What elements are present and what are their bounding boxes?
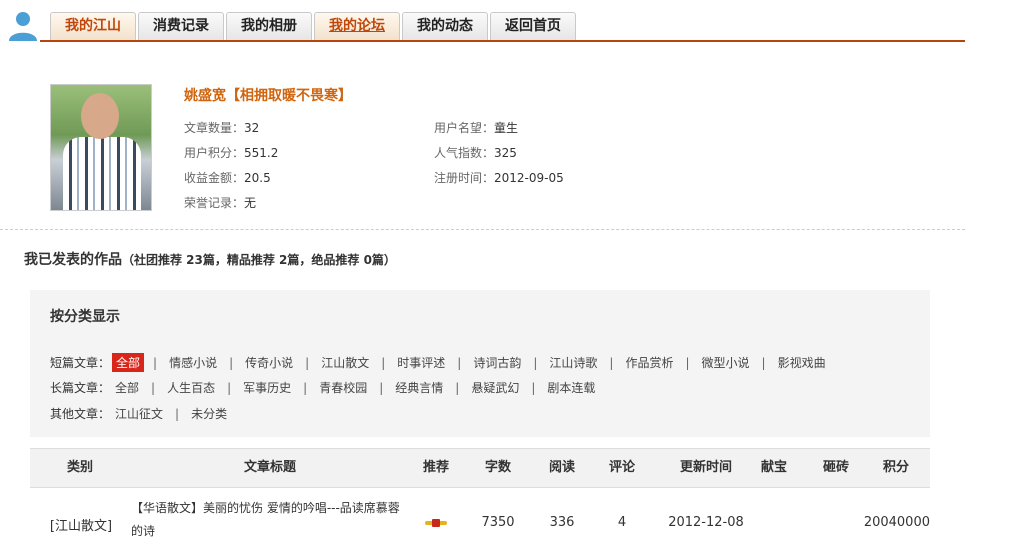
category-short-commentary[interactable]: 时事评述 <box>394 354 448 371</box>
category-short-micro-fiction[interactable]: 微型小说 <box>699 354 753 371</box>
table-row: [江山散文] 【华语散文】美丽的忧伤 爱情的吟唱---品读席慕蓉 的诗 7350… <box>30 486 930 557</box>
article-count: 文章数量：32 <box>184 121 260 135</box>
category-long-military-history[interactable]: 军事历史 <box>240 379 294 396</box>
category-long-romance[interactable]: 经典言情 <box>392 379 446 396</box>
category-short-prose[interactable]: 江山散文 <box>318 354 372 371</box>
category-long-mystery-fantasy[interactable]: 悬疑武幻 <box>468 379 522 396</box>
tab-my-forum[interactable]: 我的论坛 <box>314 12 400 40</box>
category-short-romance[interactable]: 情感小说 <box>166 354 220 371</box>
tab-purchase-history[interactable]: 消费记录 <box>138 12 224 40</box>
tab-my-activity[interactable]: 我的动态 <box>402 12 488 40</box>
user-points: 用户积分：551.2 <box>184 146 279 160</box>
category-short-drama[interactable]: 影视戏曲 <box>775 354 829 371</box>
profile-tabs: 我的江山 消费记录 我的相册 我的论坛 我的动态 返回首页 <box>50 12 578 40</box>
col-category: 类别 <box>66 460 93 475</box>
row-title[interactable]: 【华语散文】美丽的忧伤 爱情的吟唱---品读席慕蓉 的诗 <box>131 497 416 543</box>
col-title: 文章标题 <box>243 460 296 475</box>
recommend-medal-icon <box>425 516 447 527</box>
col-recommend: 推荐 <box>422 460 449 475</box>
works-summary: （社团推荐 23篇，精品推荐 2篇，绝品推荐 0篇） <box>122 253 396 267</box>
category-heading: 按分类显示 <box>50 309 120 325</box>
row-words: 7350 <box>481 515 515 530</box>
tab-my-jiangshan[interactable]: 我的江山 <box>50 12 136 40</box>
col-words: 字数 <box>484 460 511 475</box>
short-article-categories: 短篇文章： 全部 | 情感小说 | 传奇小说 | 江山散文 | 时事评述 | 诗词古韵 | … <box>50 353 829 372</box>
category-long-script[interactable]: 剧本连载 <box>544 379 598 396</box>
category-other-uncategorized[interactable]: 未分类 <box>188 405 230 422</box>
income-amount: 收益金额：20.5 <box>184 171 271 185</box>
category-short-all[interactable]: 全部 <box>112 353 145 372</box>
col-updated: 更新时间 <box>679 460 732 475</box>
user-reputation: 用户名望：童生 <box>434 121 519 135</box>
row-score: 20040000 <box>863 515 930 530</box>
tabbar-divider <box>40 40 965 42</box>
category-long-campus[interactable]: 青春校园 <box>316 379 370 396</box>
user-icon <box>6 10 40 42</box>
category-long-all[interactable]: 全部 <box>112 379 142 396</box>
row-comments: 4 <box>617 515 627 530</box>
col-treasure: 献宝 <box>760 460 787 475</box>
user-avatar-photo <box>50 84 152 211</box>
category-short-appreciation[interactable]: 作品赏析 <box>622 354 676 371</box>
category-filter-panel: 按分类显示 短篇文章： 全部 | 情感小说 | 传奇小说 | 江山散文 | 时事评述 | … <box>30 290 930 437</box>
honor-record: 荣誉记录：无 <box>184 196 257 210</box>
row-reads: 336 <box>549 515 575 530</box>
row-updated: 2012-12-08 <box>668 515 744 530</box>
popularity-index: 人气指数：325 <box>434 146 517 160</box>
col-score: 积分 <box>882 460 909 475</box>
category-short-legend[interactable]: 传奇小说 <box>242 354 296 371</box>
registration-date: 注册时间：2012-09-05 <box>434 171 564 185</box>
other-article-categories: 其他文章： 江山征文 | 未分类 <box>50 405 230 422</box>
category-other-contest[interactable]: 江山征文 <box>112 405 166 422</box>
section-divider <box>0 229 965 230</box>
category-short-poetry[interactable]: 江山诗歌 <box>546 354 600 371</box>
tab-my-album[interactable]: 我的相册 <box>226 12 312 40</box>
articles-table-header: 类别 文章标题 推荐 字数 阅读 评论 更新时间 献宝 砸砖 积分 <box>30 448 930 488</box>
category-short-classical-poetry[interactable]: 诗词古韵 <box>470 354 524 371</box>
user-display-name[interactable]: 姚盛宽【相拥取暖不畏寒】 <box>184 85 352 105</box>
long-article-categories: 长篇文章： 全部 | 人生百态 | 军事历史 | 青春校园 | 经典言情 | 悬疑武幻 | … <box>50 379 598 396</box>
category-long-life[interactable]: 人生百态 <box>164 379 218 396</box>
works-heading: 我已发表的作品（社团推荐 23篇，精品推荐 2篇，绝品推荐 0篇） <box>24 252 396 268</box>
col-bricks: 砸砖 <box>822 460 849 475</box>
row-category[interactable]: [江山散文] <box>44 515 118 534</box>
col-comments: 评论 <box>608 460 635 475</box>
col-reads: 阅读 <box>548 460 575 475</box>
tab-back-home[interactable]: 返回首页 <box>490 12 576 40</box>
